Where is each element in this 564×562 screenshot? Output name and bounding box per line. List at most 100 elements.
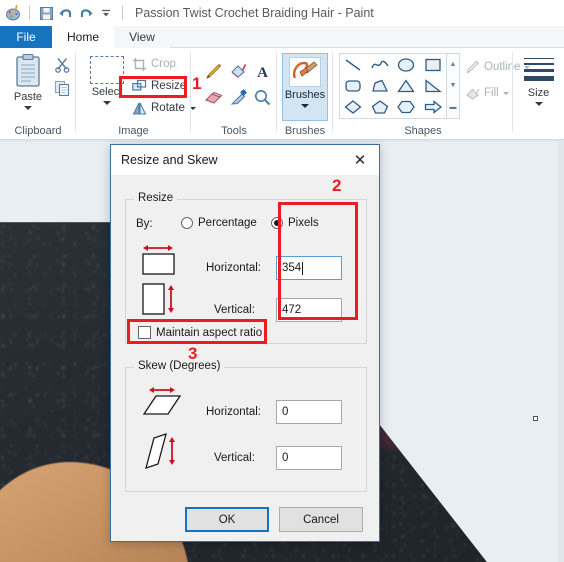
shape-right-arrow[interactable]: [420, 97, 447, 118]
fill-with-color-icon[interactable]: [227, 60, 249, 82]
chevron-down-icon[interactable]: [96, 3, 116, 23]
percentage-label: Percentage: [198, 217, 257, 229]
horizontal-skew-value: 0: [282, 406, 289, 418]
shape-pentagon[interactable]: [367, 97, 394, 118]
horizontal-resize-value: 354: [282, 262, 302, 274]
horizontal-resize-icon: [138, 240, 180, 283]
magnifier-icon[interactable]: [251, 86, 273, 108]
shape-line[interactable]: [340, 54, 367, 75]
shape-oval[interactable]: [393, 54, 420, 75]
select-button[interactable]: Select: [83, 53, 131, 119]
chevron-down-icon[interactable]: [301, 104, 309, 108]
shapes-gallery-scroll[interactable]: ▲ ▼ ▬: [447, 53, 460, 119]
eraser-icon[interactable]: [202, 86, 224, 108]
shape-right-triangle[interactable]: [420, 75, 447, 96]
group-label-brushes: Brushes: [284, 125, 326, 137]
scroll-down-icon[interactable]: ▼: [450, 82, 457, 89]
vertical-skew-input[interactable]: 0: [276, 446, 342, 470]
crop-icon: [133, 57, 146, 71]
crop-label: Crop: [151, 58, 176, 70]
fill-icon: [466, 88, 480, 100]
canvas-resize-handle-right[interactable]: [533, 416, 538, 421]
crop-command: Crop: [132, 54, 176, 74]
chevron-down-icon[interactable]: [534, 102, 543, 106]
close-icon[interactable]: ✕: [343, 147, 377, 173]
percentage-radio[interactable]: Percentage: [181, 217, 257, 229]
selection-rect-icon: [90, 56, 124, 84]
gallery-expand-icon[interactable]: ▬: [450, 104, 457, 111]
pixels-radio[interactable]: Pixels: [271, 217, 319, 229]
horizontal-skew-input[interactable]: 0: [276, 400, 342, 424]
annotation-number-3: 3: [188, 344, 198, 363]
select-label: Select: [91, 86, 123, 98]
horizontal-resize-input[interactable]: 354: [276, 256, 342, 280]
svg-text:A: A: [257, 65, 268, 81]
size-bars-icon: [523, 58, 554, 85]
fill-label: Fill: [484, 87, 499, 99]
titlebar-divider-1: [29, 6, 30, 20]
ribbon-group-tools: A Tools: [191, 48, 277, 140]
ok-button[interactable]: OK: [185, 507, 269, 532]
tab-file[interactable]: File: [0, 26, 52, 48]
cancel-button[interactable]: Cancel: [279, 507, 363, 532]
shape-rounded-rectangle[interactable]: [340, 75, 367, 96]
vertical-skew-value: 0: [282, 452, 289, 464]
annotation-number-2: 2: [332, 176, 342, 195]
scissors-icon[interactable]: [52, 54, 72, 74]
shape-diamond[interactable]: [340, 97, 367, 118]
rotate-command[interactable]: Rotate: [132, 98, 196, 118]
shape-polygon[interactable]: [367, 75, 394, 96]
titlebar-divider-2: [122, 6, 123, 20]
resize-command[interactable]: Resize: [132, 76, 186, 96]
fill-command[interactable]: Fill: [465, 82, 509, 104]
redo-icon[interactable]: [76, 3, 96, 23]
shape-triangle[interactable]: [393, 75, 420, 96]
chevron-down-icon[interactable]: [103, 101, 111, 105]
color-picker-icon[interactable]: [227, 86, 249, 108]
resize-label: Resize: [151, 80, 187, 92]
ribbon-tab-strip: File Home View: [0, 26, 564, 48]
undo-icon[interactable]: [56, 3, 76, 23]
paste-button[interactable]: Paste: [6, 53, 50, 119]
ribbon-group-shapes: ▲ ▼ ▬ Outline Fill Shapes: [333, 48, 531, 140]
rotate-label: Rotate: [151, 102, 185, 114]
group-label-image: Image: [118, 125, 149, 137]
tab-view[interactable]: View: [114, 26, 170, 48]
checkbox-mark: [138, 326, 151, 339]
radio-mark: [271, 217, 283, 229]
resize-icon: [132, 79, 147, 91]
pencil-icon[interactable]: [202, 60, 224, 82]
ribbon-group-size: Size: [513, 48, 564, 140]
horizontal-skew-label: Horizontal:: [206, 406, 261, 418]
size-label: Size: [527, 87, 550, 99]
resize-fieldset: Resize By: Percentage Pixels Horizontal:…: [125, 192, 367, 344]
chevron-down-icon[interactable]: [24, 106, 32, 110]
chevron-down-icon[interactable]: [502, 91, 509, 95]
text-icon[interactable]: A: [251, 60, 273, 82]
outline-icon: [466, 60, 479, 74]
group-label-clipboard: Clipboard: [14, 125, 62, 137]
vertical-resize-input[interactable]: 472: [276, 298, 342, 322]
maintain-aspect-ratio-label: Maintain aspect ratio: [156, 326, 263, 339]
group-label-shapes: Shapes: [404, 125, 442, 137]
brushes-label: Brushes: [284, 89, 326, 101]
group-label-tools: Tools: [221, 125, 247, 137]
dialog-title: Resize and Skew: [111, 145, 379, 175]
resize-and-skew-dialog: Resize and Skew ✕ Resize By: Percentage …: [110, 144, 380, 542]
maintain-aspect-ratio-checkbox[interactable]: Maintain aspect ratio: [138, 326, 262, 339]
annotation-number-1: 1: [192, 74, 202, 93]
save-icon[interactable]: [36, 3, 56, 23]
rotate-icon: [132, 102, 147, 114]
shape-curve[interactable]: [367, 54, 394, 75]
tab-home[interactable]: Home: [52, 26, 114, 48]
scroll-up-icon[interactable]: ▲: [450, 61, 457, 68]
shapes-gallery[interactable]: [339, 53, 447, 119]
shape-rectangle[interactable]: [420, 54, 447, 75]
shape-hexagon[interactable]: [393, 97, 420, 118]
horizontal-skew-icon: [140, 384, 188, 429]
size-button[interactable]: Size: [518, 54, 559, 120]
skew-fieldset: Skew (Degrees) Horizontal: 0 Vertical: 0: [125, 360, 367, 492]
paste-label: Paste: [13, 91, 43, 103]
brushes-button[interactable]: Brushes: [282, 53, 328, 121]
copy-icon[interactable]: [52, 78, 72, 98]
